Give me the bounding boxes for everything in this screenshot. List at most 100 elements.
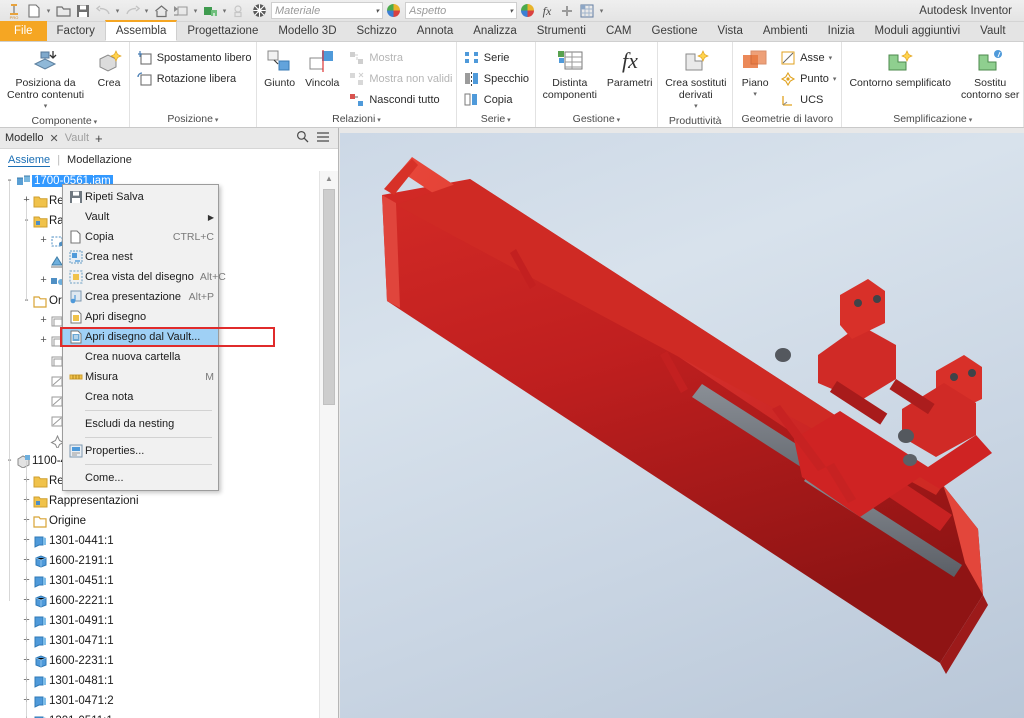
- sub-tab-modellazione[interactable]: Modellazione: [67, 154, 132, 166]
- chevron-down-icon[interactable]: ▾: [967, 117, 973, 124]
- tree-scrollbar[interactable]: ▲: [319, 171, 338, 718]
- chevron-down-icon[interactable]: ▾: [694, 101, 698, 113]
- ribbon-button-parametri[interactable]: fx Parametri: [603, 46, 657, 90]
- ribbon-group-title[interactable]: Semplificazione ▾: [845, 112, 1020, 127]
- ribbon-tab-cam[interactable]: CAM: [596, 21, 642, 41]
- color-wheel-icon[interactable]: [517, 1, 537, 20]
- ribbon-tab-progettazione[interactable]: Progettazione: [177, 21, 268, 41]
- tree-node[interactable]: +1301-0441:1: [0, 531, 319, 551]
- open-folder-icon[interactable]: [53, 1, 73, 20]
- ribbon-button-posiziona-da[interactable]: Posiziona da Centro contenuti ▾: [3, 46, 88, 114]
- chevron-down-icon[interactable]: ▾: [829, 54, 833, 62]
- ribbon-tab-ambienti[interactable]: Ambienti: [753, 21, 818, 41]
- menu-item-crea-nota[interactable]: Crea nota: [63, 387, 218, 407]
- ribbon-tab-schizzo[interactable]: Schizzo: [347, 21, 407, 41]
- panel-menu-icon[interactable]: [316, 131, 330, 146]
- chevron-down-icon[interactable]: ▾: [213, 117, 219, 124]
- tree-node[interactable]: +1600-2191:1: [0, 551, 319, 571]
- panel-tab-modello[interactable]: Modello: [5, 132, 44, 144]
- ribbon-tab-moduli-aggiuntivi[interactable]: Moduli aggiuntivi: [865, 21, 971, 41]
- chevron-down-icon[interactable]: ▾: [833, 75, 837, 83]
- menu-item-crea-vista-del-disegno[interactable]: Crea vista del disegno Alt+C: [63, 267, 226, 287]
- chevron-down-icon[interactable]: ▾: [753, 89, 757, 101]
- ribbon-tab-inizia[interactable]: Inizia: [818, 21, 865, 41]
- menu-item-copia[interactable]: Copia CTRL+C: [63, 227, 218, 247]
- ribbon-button-copia[interactable]: Copia: [460, 90, 533, 110]
- material-box-icon[interactable]: [200, 1, 220, 20]
- tree-node[interactable]: +1301-0481:1: [0, 671, 319, 691]
- material-dropdown-icon[interactable]: ▾: [220, 1, 229, 20]
- appearance-dropdown-icon[interactable]: ▾: [191, 1, 200, 20]
- tree-expand-icon[interactable]: +: [38, 335, 49, 347]
- new-file-icon[interactable]: [24, 1, 44, 20]
- tree-node[interactable]: +1301-0511:1: [0, 711, 319, 718]
- menu-item-ripeti-salva[interactable]: Ripeti Salva: [63, 187, 218, 207]
- ribbon-button-nascondi-tutto[interactable]: Nascondi tutto: [345, 90, 456, 110]
- tree-node[interactable]: +Origine: [0, 511, 319, 531]
- ribbon-button-piano[interactable]: Piano ▾: [736, 46, 774, 102]
- ribbon-tab-analizza[interactable]: Analizza: [463, 21, 526, 41]
- panel-tab-vault[interactable]: Vault: [65, 132, 89, 144]
- search-icon[interactable]: [296, 130, 309, 146]
- menu-item-properties[interactable]: Properties...: [63, 441, 218, 461]
- tree-node[interactable]: +1301-0451:1: [0, 571, 319, 591]
- tree-node[interactable]: +1600-2221:1: [0, 591, 319, 611]
- save-icon[interactable]: [73, 1, 93, 20]
- tree-node[interactable]: +1301-0471:1: [0, 631, 319, 651]
- ribbon-tab-factory[interactable]: Factory: [47, 21, 105, 41]
- chevron-down-icon[interactable]: ▾: [509, 7, 513, 15]
- plus-icon[interactable]: [557, 1, 577, 20]
- chevron-down-icon[interactable]: ▾: [505, 117, 511, 124]
- tree-expand-icon[interactable]: +: [38, 275, 49, 287]
- undo-dropdown-icon[interactable]: ▾: [113, 1, 122, 20]
- menu-item-misura[interactable]: Misura M: [63, 367, 218, 387]
- material-combo[interactable]: Materiale ▾: [271, 2, 383, 19]
- tree-node[interactable]: +1301-0471:2: [0, 691, 319, 711]
- chevron-right-icon[interactable]: ▶: [202, 213, 214, 222]
- tree-node[interactable]: +1600-2231:1: [0, 651, 319, 671]
- undo-icon[interactable]: [93, 1, 113, 20]
- ribbon-group-title[interactable]: Serie ▾: [460, 112, 532, 127]
- ribbon-button-giunto[interactable]: Giunto: [260, 46, 299, 90]
- redo-icon[interactable]: [122, 1, 142, 20]
- ribbon-group-title[interactable]: Posizione ▾: [133, 112, 253, 127]
- tree-expand-icon[interactable]: +: [38, 235, 49, 247]
- ribbon-button-crea-sostituti[interactable]: Crea sostituti derivati ▾: [661, 46, 730, 114]
- ribbon-button-spostamento-libero[interactable]: Spostamento libero: [133, 48, 256, 68]
- redo-dropdown-icon[interactable]: ▾: [142, 1, 151, 20]
- new-file-dropdown-icon[interactable]: ▾: [44, 1, 53, 20]
- ribbon-group-title[interactable]: Componente ▾: [3, 114, 126, 129]
- tree-node[interactable]: +Rappresentazioni: [0, 491, 319, 511]
- add-panel-tab-button[interactable]: +: [93, 131, 105, 146]
- appearance-combo[interactable]: Aspetto ▾: [405, 2, 517, 19]
- scrollbar-thumb[interactable]: [323, 189, 335, 405]
- ribbon-tab-gestione[interactable]: Gestione: [642, 21, 708, 41]
- sub-tab-assieme[interactable]: Assieme: [8, 154, 51, 167]
- ribbon-tab-modello-3d[interactable]: Modello 3D: [268, 21, 346, 41]
- ribbon-button-serie[interactable]: Serie: [460, 48, 533, 68]
- tree-expand-icon[interactable]: +: [38, 315, 49, 327]
- ribbon-button-vincola[interactable]: Vincola: [301, 46, 343, 90]
- graphics-viewport[interactable]: [340, 133, 1024, 718]
- menu-item-apri-disegno-dal-vault[interactable]: Apri disegno dal Vault...: [63, 327, 218, 347]
- customize-dropdown-icon[interactable]: ▾: [597, 1, 606, 20]
- ribbon-button-crea[interactable]: Crea: [90, 46, 128, 90]
- chevron-down-icon[interactable]: ▾: [92, 119, 98, 126]
- appearance-paint-icon[interactable]: [171, 1, 191, 20]
- ribbon-button-contorno-semplificato[interactable]: Contorno semplificato: [845, 46, 955, 90]
- ribbon-button-distinta[interactable]: Distinta componenti: [539, 46, 601, 102]
- scroll-up-icon[interactable]: ▲: [320, 171, 338, 185]
- menu-item-vault[interactable]: Vault ▶: [63, 207, 218, 227]
- ribbon-tab-strumenti[interactable]: Strumenti: [527, 21, 596, 41]
- chevron-down-icon[interactable]: ▾: [44, 101, 48, 113]
- chevron-down-icon[interactable]: ▾: [375, 7, 379, 15]
- home-icon[interactable]: [151, 1, 171, 20]
- ribbon-tab-vista[interactable]: Vista: [708, 21, 753, 41]
- menu-item-crea-nest[interactable]: Crea nest: [63, 247, 218, 267]
- ribbon-group-title[interactable]: Relazioni ▾: [260, 112, 453, 127]
- ribbon-tab-file[interactable]: File: [0, 21, 47, 41]
- render-sphere-icon[interactable]: [249, 1, 269, 20]
- ribbon-button-specchio[interactable]: Specchio: [460, 69, 533, 89]
- appearance-swatch-icon[interactable]: [383, 1, 403, 20]
- menu-item-come[interactable]: Come...: [63, 468, 218, 488]
